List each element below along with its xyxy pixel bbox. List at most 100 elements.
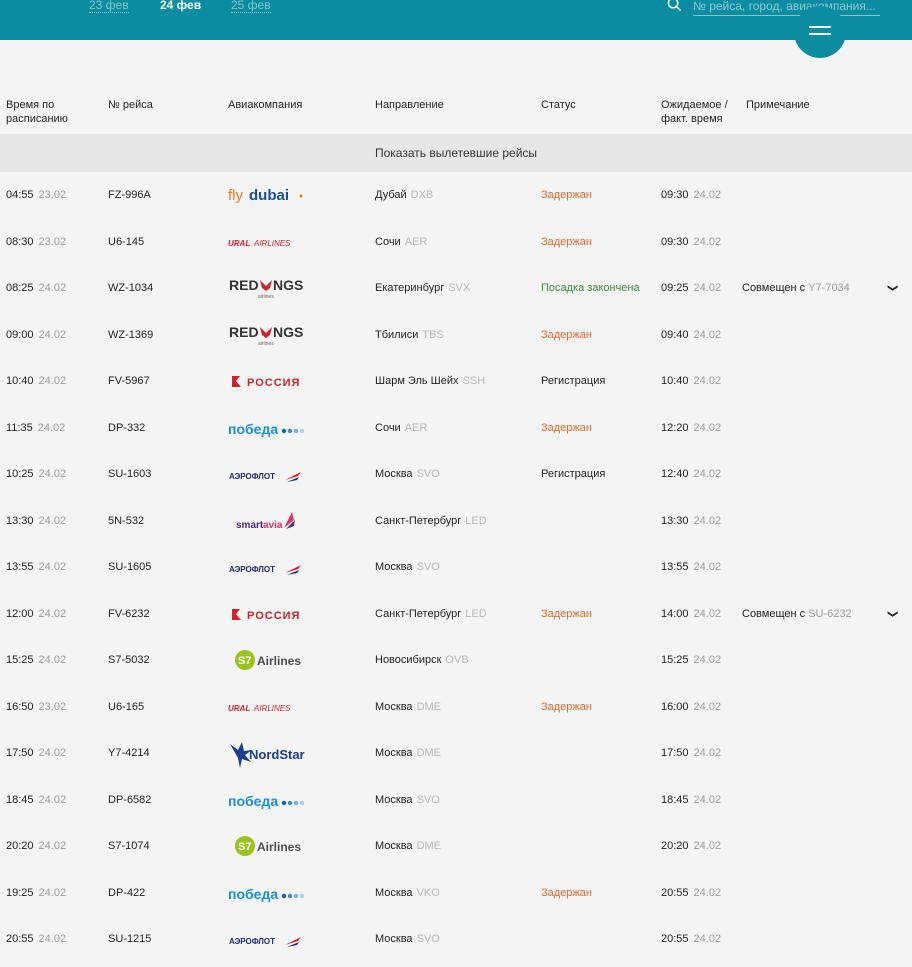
expected-date: 24.02 (693, 933, 722, 945)
scheduled-time-value: 10:40 (6, 375, 34, 387)
table-row[interactable]: 10:40 24.02 FV-5967 РОССИЯРОССИЯ Шарм Эль Ше… (0, 358, 912, 404)
table-row[interactable]: 10:25 24.02 SU-1603 АЭРОФЛОТАЭРОФЛОТ МоскваS… (0, 451, 912, 497)
table-row[interactable]: 18:45 24.02 DP-6582 победапобеда МоскваSVO 18… (0, 777, 912, 823)
scheduled-time-value: 08:25 (6, 282, 34, 294)
search-icon[interactable] (667, 0, 682, 12)
flight-number: SU-1215 (108, 933, 152, 945)
expected-time: 17:50 24.02 (661, 730, 721, 776)
flight-status: Задержан (541, 421, 592, 434)
table-row[interactable]: 13:55 24.02 SU-1605 АЭРОФЛОТАЭРОФЛОТ МоскваS… (0, 544, 912, 590)
airline-logo: smartaviasmartavia (228, 498, 318, 544)
expected-date: 24.02 (693, 328, 722, 341)
scheduled-time-value: 20:55 (6, 933, 34, 945)
expected-time-value: 13:30 (661, 514, 689, 527)
table-row[interactable]: 17:50 24.02 Y7-4214 NordStarNordStar МоскваD… (0, 730, 912, 776)
expected-date: 24.02 (693, 654, 722, 666)
table-row[interactable]: 09:0024.02WZ-1369REDNGSairlinesREDWINGSТ… (0, 312, 912, 358)
table-row[interactable]: 15:2524.02S7-5032S7AirlinesS7 AirlinesНо… (0, 637, 912, 683)
expected-date: 24.02 (693, 700, 722, 713)
scheduled-time-value: 16:50 (6, 700, 34, 713)
chevron-down-icon[interactable]: ❯ (869, 284, 912, 292)
scheduled-time: 20:55 24.02 (6, 916, 66, 962)
header-status: Статус (541, 99, 576, 111)
flight-status: Задержан (541, 189, 592, 201)
direction-city: Москва (375, 840, 413, 852)
table-row[interactable]: 20:55 24.02 SU-1215 АЭРОФЛОТАЭРОФЛОТ МоскваS… (0, 916, 912, 962)
flight-status: Посадка закончена (541, 282, 640, 294)
airline-logo: победапобеда (228, 870, 318, 916)
header-expected-line2: факт. время (661, 113, 723, 125)
header-flight: № рейса (108, 99, 153, 111)
svg-text:RED: RED (229, 277, 259, 293)
direction-code: SVO (416, 468, 440, 480)
svg-text:AIRLINES: AIRLINES (253, 239, 291, 248)
direction: Шарм Эль Шейх SSH (375, 358, 485, 404)
airline-logo: URALAIRLINESURAL AIRLINES (228, 684, 318, 730)
expected-time: 13:30 24.02 (661, 498, 721, 544)
scheduled-time-value: 11:35 (6, 421, 33, 434)
scheduled-time-value: 13:55 (6, 561, 34, 573)
scheduled-time: 18:45 24.02 (6, 777, 66, 823)
svg-text:URAL: URAL (228, 239, 250, 248)
airline-logo: АЭРОФЛОТАЭРОФЛОТ (228, 544, 318, 590)
direction-city: Москва (375, 468, 413, 480)
direction-city: Тбилиси (375, 328, 419, 341)
airline-logo: REDNGSairlinesREDWINGS (228, 312, 318, 358)
table-row[interactable]: 11:35 24.02 DP-332 победапобеда СочиAER Задер… (0, 405, 912, 451)
direction-code: SVO (416, 793, 440, 806)
table-row[interactable]: 19:25 24.02 DP-422 победапобеда МоскваVKO Зад… (0, 870, 912, 916)
svg-text:РОССИЯ: РОССИЯ (247, 377, 300, 389)
scheduled-time: 10:40 24.02 (6, 358, 66, 404)
flight-number: WZ-1034 (108, 282, 154, 294)
svg-text:URAL: URAL (228, 704, 250, 713)
menu-button[interactable] (794, 6, 846, 58)
svg-text:dubai: dubai (249, 187, 289, 204)
expected-time-value: 18:45 (661, 793, 689, 806)
direction: Москва SVO (375, 544, 440, 590)
table-row[interactable]: 13:30 24.02 5N-532 smartaviasmartavia Санкт-… (0, 498, 912, 544)
svg-text:Airlines: Airlines (257, 840, 301, 854)
table-row[interactable]: 04:5523.02FZ-996AflydubaiflydubaiДубайDX… (0, 172, 912, 218)
svg-text:NGS: NGS (273, 277, 303, 293)
direction-city: Москва (375, 700, 413, 713)
chevron-down-icon[interactable]: ❯ (869, 609, 912, 617)
expected-date: 24.02 (693, 282, 722, 294)
date-tab-current[interactable]: 24 фев (160, 0, 201, 12)
flight-status: Задержан (541, 607, 592, 620)
scheduled-date: 24.02 (38, 654, 67, 666)
table-row[interactable]: 08:2524.02WZ-1034REDNGSairlinesREDWINGSЕ… (0, 265, 912, 311)
flight-number: DP-6582 (108, 793, 152, 806)
direction-code: AER (404, 235, 428, 248)
scheduled-time-value: 08:30 (6, 235, 34, 248)
expected-time-value: 20:20 (661, 840, 689, 852)
expected-time: 09:30 24.02 (661, 219, 721, 265)
header-expected-time: Ожидаемое / факт. время (661, 98, 728, 126)
direction: Москва DME (375, 730, 441, 776)
table-row[interactable]: 08:30 23.02 U6-145 URALAIRLINESURAL AIRLINE… (0, 219, 912, 265)
airline-logo: URALAIRLINESURAL AIRLINES (228, 219, 318, 265)
table-row[interactable]: 20:2024.02S7-1074S7AirlinesS7 AirlinesМо… (0, 823, 912, 869)
table-row[interactable]: 16:50 23.02 U6-165 URALAIRLINESURAL AIRLINE… (0, 684, 912, 730)
direction-city: Москва (375, 886, 413, 899)
scheduled-date: 24.02 (38, 886, 67, 899)
expected-time: 18:45 24.02 (661, 777, 721, 823)
flight-number: FV-6232 (108, 607, 150, 620)
direction-city: Шарм Эль Шейх (375, 375, 459, 387)
search-input[interactable] (693, 0, 880, 16)
show-departed-button[interactable]: Показать вылетевшие рейсы (0, 134, 912, 172)
date-tab-prev[interactable]: 23 фев (89, 0, 129, 13)
table-row[interactable]: 12:00 24.02 FV-6232 РОССИЯРОССИЯ Санкт-Петер… (0, 591, 912, 637)
top-bar: 23 фев 24 фев 25 фев (0, 0, 912, 40)
date-tab-next[interactable]: 25 фев (231, 0, 271, 13)
flight-number: Y7-4214 (108, 747, 150, 759)
flight-status: Задержан (541, 886, 592, 899)
scheduled-time: 17:50 24.02 (6, 730, 66, 776)
header-note: Примечание (746, 99, 810, 111)
scheduled-date: 24.02 (38, 468, 67, 480)
airline-logo: АЭРОФЛОТАЭРОФЛОТ (228, 916, 318, 962)
svg-text:AIRLINES: AIRLINES (253, 704, 291, 713)
direction-city: Сочи (375, 421, 401, 434)
direction-code: VKO (416, 886, 440, 899)
direction-city: Санкт-Петербург (375, 607, 462, 620)
flight-status: Задержан (541, 235, 592, 248)
